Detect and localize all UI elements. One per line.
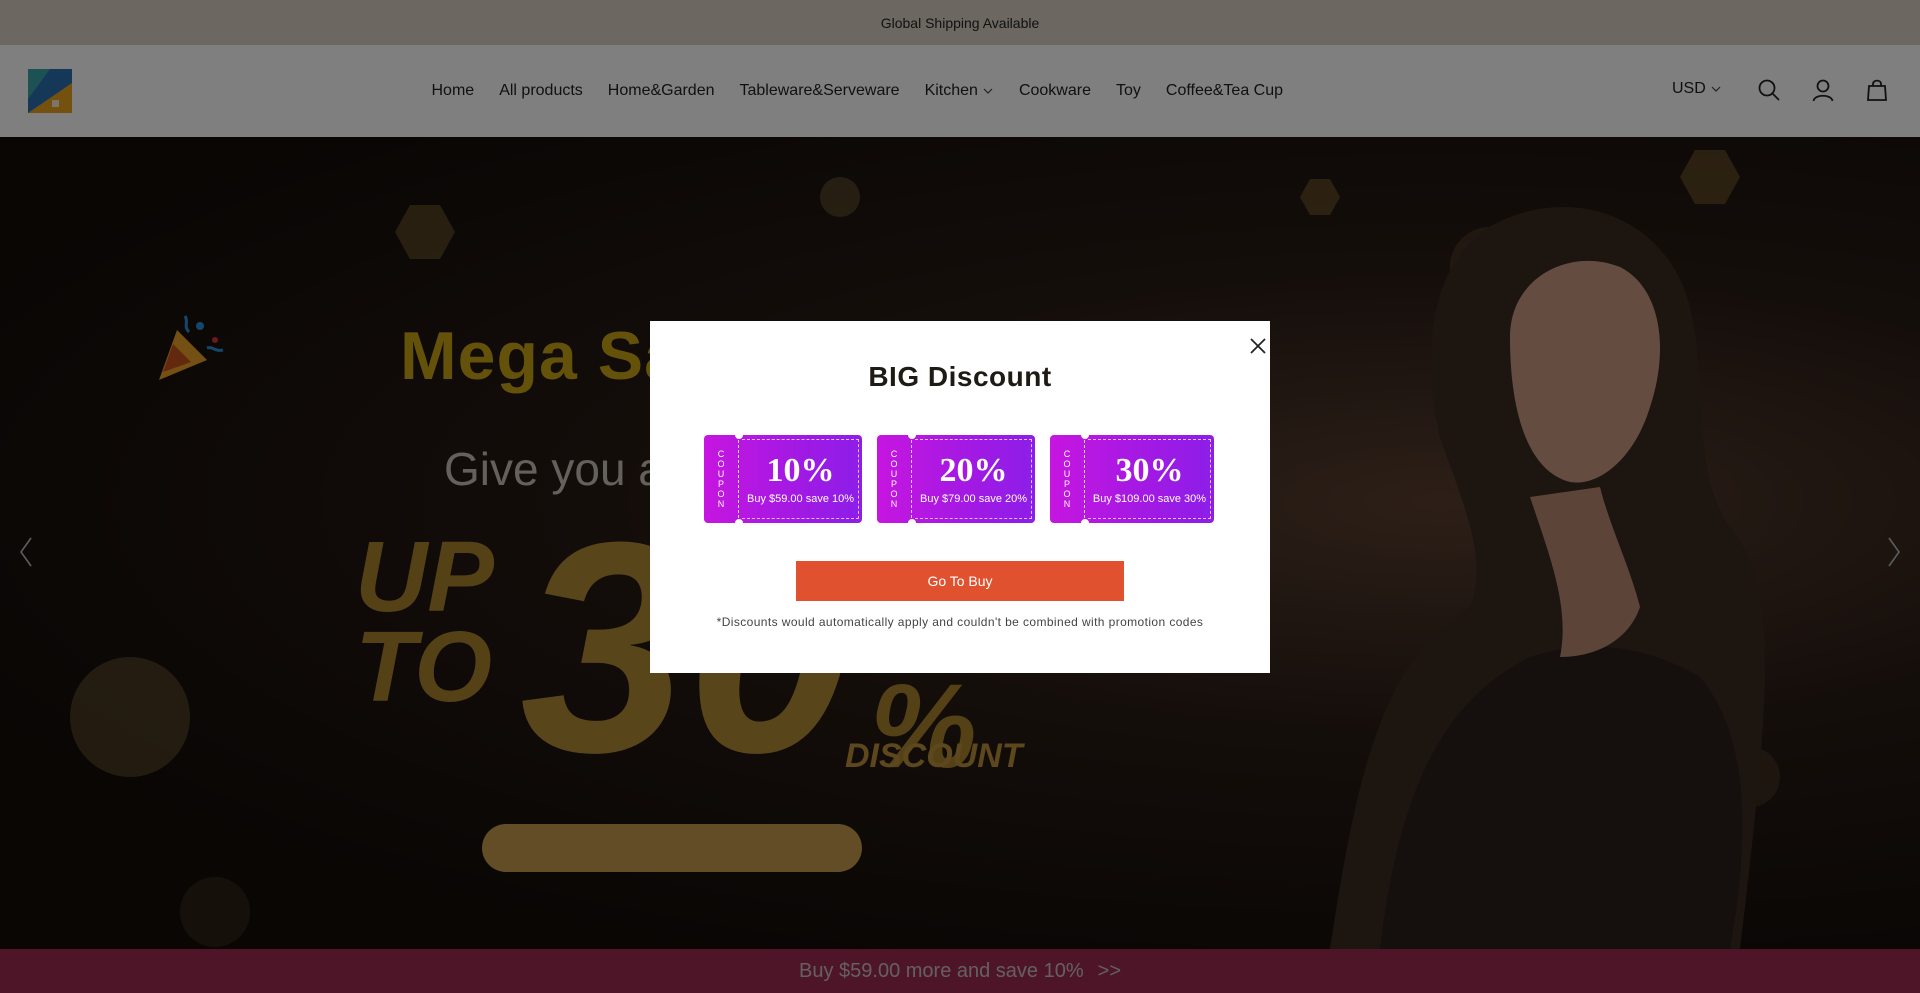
coupon-condition: Buy $109.00 save 30% (1092, 492, 1207, 505)
coupon-side-letter: O (890, 489, 898, 499)
coupon-side-label: COUPON (704, 435, 739, 523)
coupon-side-letter: P (1063, 479, 1070, 489)
coupon-side-letter: P (890, 479, 897, 489)
coupon-side-letter: N (890, 499, 898, 509)
coupon-side-letter: C (890, 449, 898, 459)
coupon-side-letter: O (717, 489, 725, 499)
coupon-condition: Buy $79.00 save 20% (919, 492, 1028, 505)
coupon-side-letter: U (1063, 469, 1071, 479)
coupon-card[interactable]: COUPON 30% Buy $109.00 save 30% (1050, 431, 1214, 527)
coupon-side-letter: O (890, 459, 898, 469)
coupon-side-letter: C (1063, 449, 1071, 459)
coupon-condition: Buy $59.00 save 10% (746, 492, 855, 505)
coupon-body: 10% Buy $59.00 save 10% (739, 435, 862, 523)
go-to-buy-button[interactable]: Go To Buy (796, 561, 1124, 601)
coupon-body: 20% Buy $79.00 save 20% (912, 435, 1035, 523)
coupon-card[interactable]: COUPON 10% Buy $59.00 save 10% (704, 431, 862, 527)
close-icon[interactable] (1248, 336, 1268, 356)
coupon-percent: 10% (766, 451, 835, 489)
discount-note: *Discounts would automatically apply and… (716, 615, 1204, 629)
coupon-list: COUPON 10% Buy $59.00 save 10% COUPON 20… (704, 431, 1214, 527)
modal-title: BIG Discount (868, 361, 1052, 392)
coupon-side-letter: N (1063, 499, 1071, 509)
coupon-side-letter: O (1063, 459, 1071, 469)
coupon-side-letter: O (1063, 489, 1071, 499)
coupon-side-letter: C (717, 449, 725, 459)
coupon-card[interactable]: COUPON 20% Buy $79.00 save 20% (877, 431, 1035, 527)
coupon-side-letter: O (717, 459, 725, 469)
coupon-side-letter: N (717, 499, 725, 509)
discount-modal: BIG Discount COUPON 10% Buy $59.00 save … (650, 321, 1270, 673)
coupon-side-letter: P (717, 479, 724, 489)
coupon-percent: 30% (1115, 451, 1184, 489)
coupon-side-letter: U (717, 469, 725, 479)
coupon-side-letter: U (890, 469, 898, 479)
coupon-body: 30% Buy $109.00 save 30% (1085, 435, 1214, 523)
coupon-side-label: COUPON (877, 435, 912, 523)
coupon-side-label: COUPON (1050, 435, 1085, 523)
coupon-percent: 20% (939, 451, 1008, 489)
